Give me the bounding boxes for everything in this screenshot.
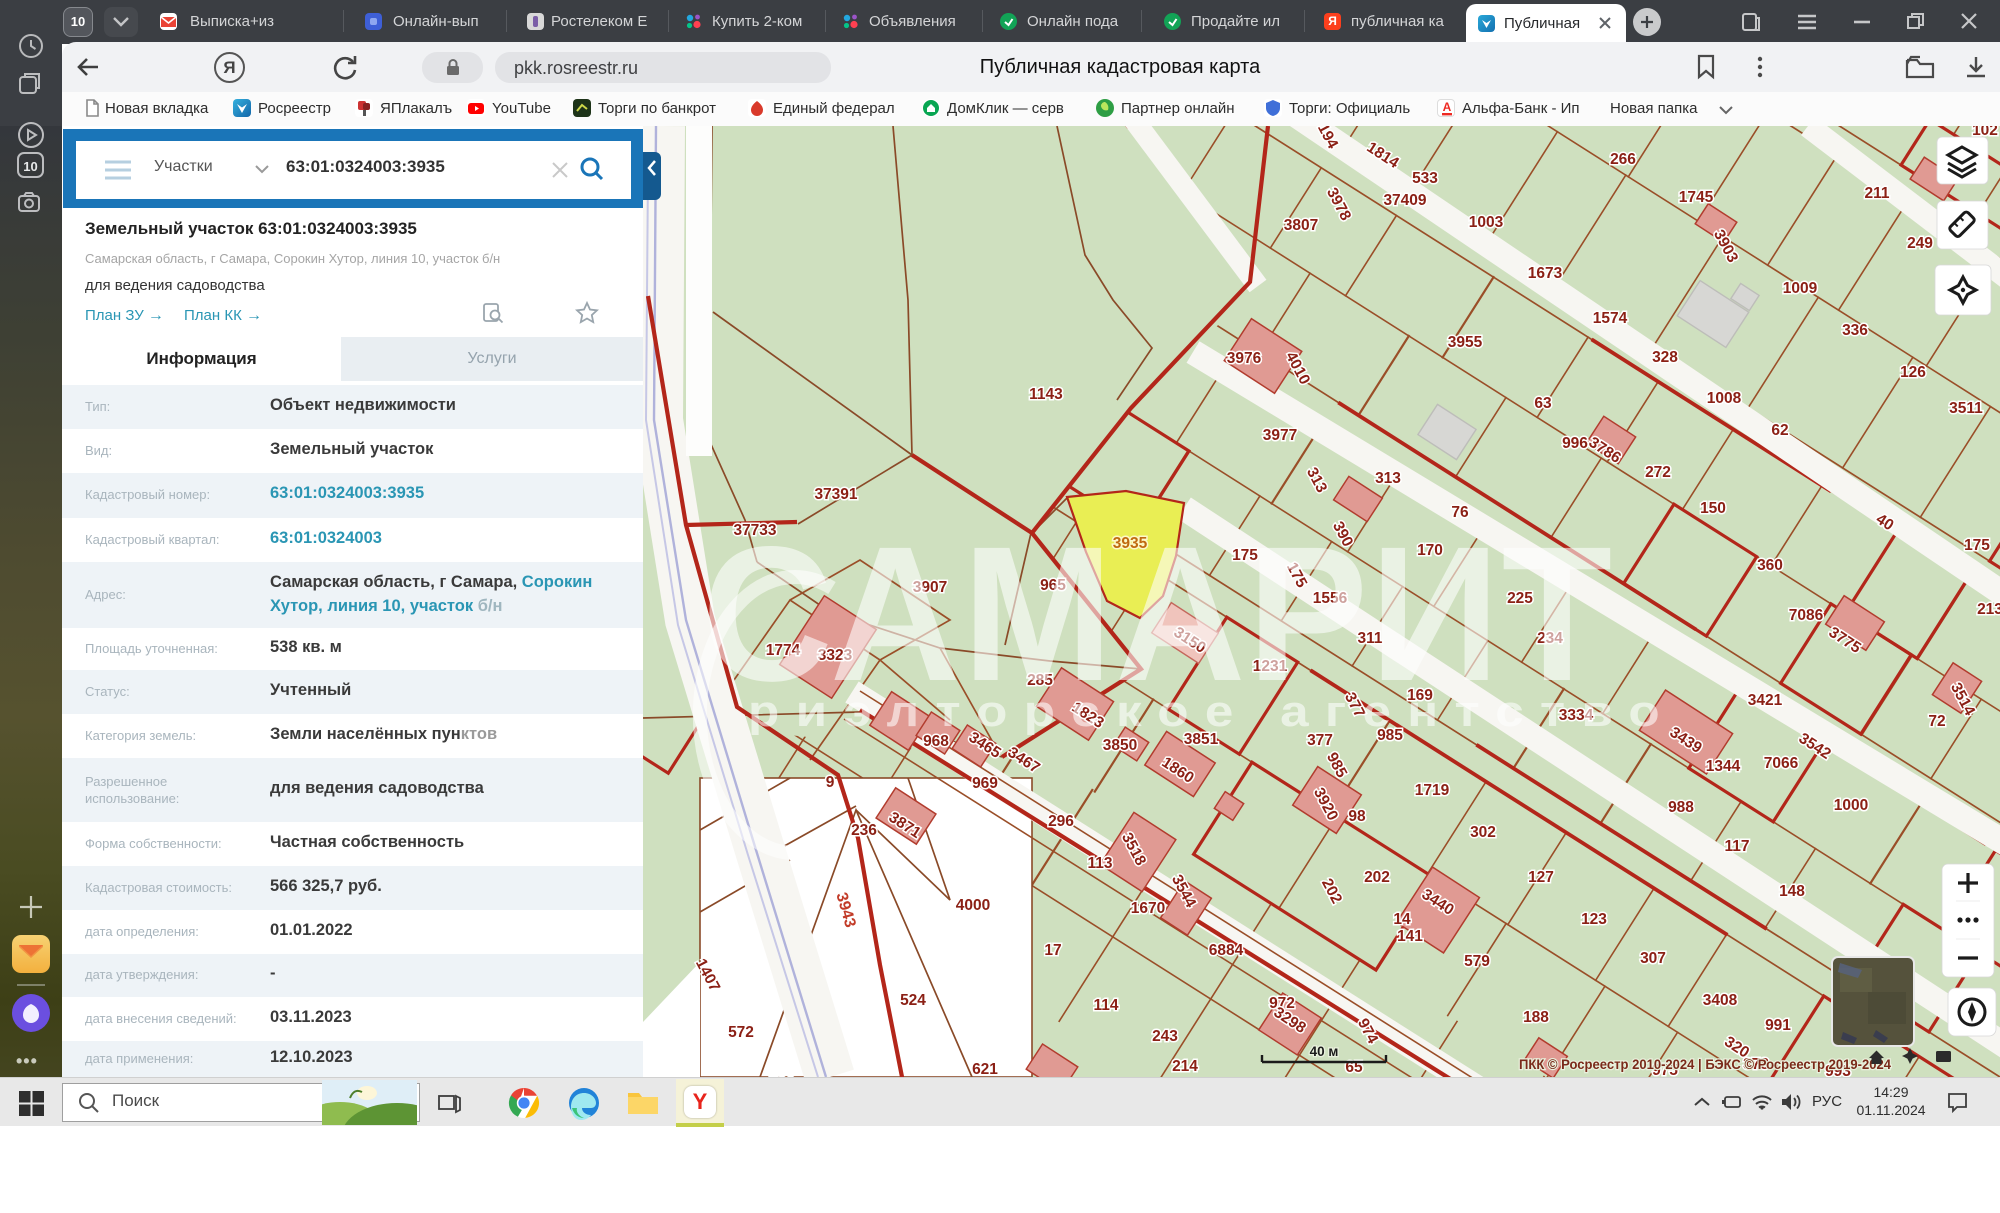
- svg-text:А: А: [1443, 100, 1452, 114]
- svg-text:ПКК © Росреестр 2010-2024 | БЭ: ПКК © Росреестр 2010-2024 | БЭКС © Росре…: [1519, 1056, 1891, 1072]
- svg-text:1344: 1344: [1706, 758, 1741, 775]
- svg-text:6884: 6884: [1209, 942, 1244, 959]
- svg-text:266: 266: [1610, 151, 1636, 168]
- svg-text:14: 14: [1393, 911, 1411, 928]
- svg-text:328: 328: [1652, 349, 1678, 366]
- svg-text:3955: 3955: [1448, 334, 1483, 351]
- svg-text:360: 360: [1757, 557, 1783, 574]
- svg-text:336: 336: [1842, 322, 1868, 339]
- svg-text:3511: 3511: [1949, 400, 1983, 417]
- svg-text:302: 302: [1470, 824, 1496, 841]
- svg-text:249: 249: [1907, 235, 1933, 252]
- svg-text:1574: 1574: [1593, 310, 1628, 327]
- svg-text:1009: 1009: [1783, 280, 1818, 297]
- svg-text:969: 969: [972, 775, 998, 792]
- svg-text:117: 117: [1724, 838, 1749, 855]
- svg-text:572: 572: [728, 1024, 754, 1041]
- svg-text:63: 63: [1534, 395, 1552, 412]
- svg-text:533: 533: [1412, 170, 1438, 187]
- svg-text:127: 127: [1528, 869, 1554, 886]
- svg-text:236: 236: [851, 822, 877, 839]
- svg-text:37391: 37391: [814, 486, 857, 503]
- svg-text:1143: 1143: [1029, 386, 1063, 403]
- svg-text:1003: 1003: [1469, 214, 1504, 231]
- svg-text:126: 126: [1900, 364, 1926, 381]
- svg-text:1008: 1008: [1707, 390, 1742, 407]
- svg-text:175: 175: [1964, 537, 1990, 554]
- svg-text:579: 579: [1464, 953, 1490, 970]
- svg-text:123: 123: [1581, 911, 1607, 928]
- svg-text:113: 113: [1087, 855, 1112, 872]
- svg-text:7066: 7066: [1764, 755, 1799, 772]
- svg-text:141: 141: [1397, 928, 1423, 945]
- svg-text:40 м: 40 м: [1310, 1044, 1339, 1059]
- svg-text:риэлторское агентство: риэлторское агентство: [748, 687, 1676, 736]
- svg-text:37409: 37409: [1383, 192, 1426, 209]
- svg-text:1745: 1745: [1679, 189, 1714, 206]
- svg-text:3976: 3976: [1227, 350, 1262, 367]
- svg-text:3421: 3421: [1748, 692, 1783, 709]
- svg-text:214: 214: [1172, 1058, 1198, 1075]
- svg-text:524: 524: [900, 992, 926, 1009]
- svg-text:62: 62: [1771, 422, 1788, 439]
- svg-text:7086: 7086: [1789, 607, 1824, 624]
- svg-text:296: 296: [1048, 813, 1074, 830]
- svg-text:72: 72: [1928, 713, 1945, 730]
- svg-text:1719: 1719: [1415, 782, 1450, 799]
- svg-text:621: 621: [972, 1061, 998, 1077]
- svg-text:3850: 3850: [1103, 737, 1137, 754]
- svg-text:188: 188: [1523, 1009, 1549, 1026]
- svg-text:313: 313: [1375, 470, 1401, 487]
- svg-text:1673: 1673: [1528, 265, 1563, 282]
- svg-text:1670: 1670: [1131, 900, 1165, 917]
- svg-text:307: 307: [1640, 950, 1666, 967]
- svg-text:98: 98: [1348, 808, 1366, 825]
- svg-text:9: 9: [826, 774, 835, 791]
- svg-text:996: 996: [1562, 435, 1588, 452]
- svg-text:114: 114: [1093, 997, 1118, 1014]
- svg-text:991: 991: [1765, 1017, 1791, 1034]
- svg-text:243: 243: [1152, 1028, 1178, 1045]
- svg-text:148: 148: [1779, 883, 1805, 900]
- svg-text:988: 988: [1668, 799, 1694, 816]
- svg-text:211: 211: [1864, 185, 1889, 202]
- svg-text:3807: 3807: [1284, 217, 1318, 234]
- svg-text:213: 213: [1977, 601, 2000, 618]
- svg-text:150: 150: [1700, 500, 1726, 517]
- svg-text:3408: 3408: [1703, 992, 1738, 1009]
- svg-text:1000: 1000: [1834, 797, 1868, 814]
- svg-text:17: 17: [1044, 942, 1061, 959]
- svg-text:202: 202: [1364, 869, 1390, 886]
- svg-text:4000: 4000: [956, 897, 990, 914]
- svg-text:3977: 3977: [1263, 427, 1297, 444]
- svg-text:272: 272: [1645, 464, 1671, 481]
